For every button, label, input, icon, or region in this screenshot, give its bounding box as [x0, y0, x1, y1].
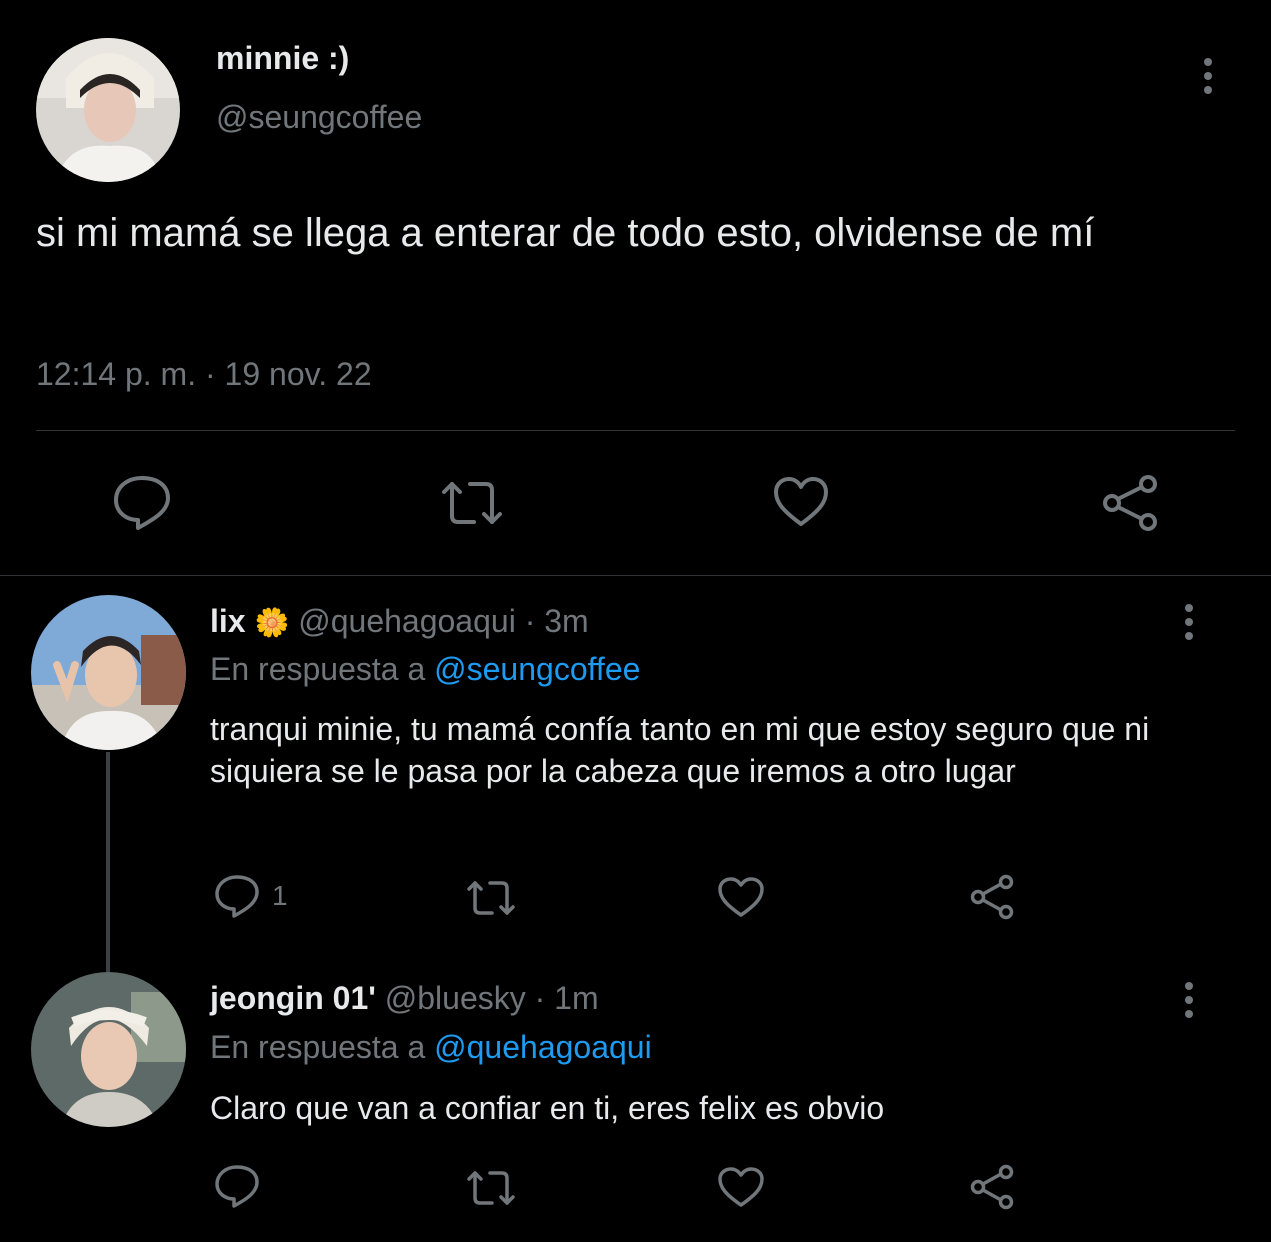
- reply-2-header: jeongin 01' @bluesky · 1m: [210, 980, 599, 1017]
- reply-icon[interactable]: [112, 474, 172, 530]
- reply-1-header: lix 🌼 @quehagoaqui · 3m: [210, 603, 589, 640]
- profile-photo: [31, 595, 186, 750]
- reply-2-reply-icon[interactable]: [214, 1164, 260, 1208]
- reply-2-more-icon[interactable]: [1174, 982, 1204, 1018]
- reply-2-like-icon[interactable]: [717, 1166, 765, 1208]
- reply-1-reply-count: 1: [272, 880, 288, 911]
- retweet-icon[interactable]: [440, 478, 504, 528]
- main-tweet-text: si mi mamá se llega a enterar de todo es…: [36, 211, 1095, 255]
- reply-1-handle[interactable]: @quehagoaqui: [298, 603, 516, 639]
- main-tweet-avatar[interactable]: [36, 38, 180, 182]
- reply-2-text: Claro que van a confiar en ti, eres feli…: [210, 1090, 885, 1126]
- main-tweet-more-icon[interactable]: [1193, 58, 1223, 94]
- reply-2-handle[interactable]: @bluesky: [385, 980, 526, 1016]
- reply-1-replying-to: En respuesta a @seungcoffee: [210, 651, 640, 688]
- daisy-emoji-icon: 🌼: [254, 607, 290, 638]
- profile-photo: [31, 972, 186, 1127]
- reply-1-reply-prefix: En respuesta a: [210, 651, 426, 687]
- reply-2-reply-prefix: En respuesta a: [210, 1029, 426, 1065]
- main-tweet-divider: [36, 430, 1235, 431]
- reply-1-more-icon[interactable]: [1174, 604, 1204, 640]
- reply-2-reply-to-link[interactable]: @quehagoaqui: [434, 1029, 652, 1065]
- reply-1-reply-icon[interactable]: [214, 874, 260, 918]
- reply-1-avatar[interactable]: [31, 595, 186, 750]
- reply-1-share-icon[interactable]: [968, 874, 1016, 920]
- section-divider: [0, 575, 1271, 576]
- reply-2-display-name[interactable]: jeongin 01': [210, 980, 376, 1016]
- reply-1-time: · 3m: [524, 603, 589, 639]
- reply-1-display-name[interactable]: lix: [210, 603, 246, 639]
- reply-2-time: · 1m: [534, 980, 599, 1016]
- reply-1-text: tranqui minie, tu mamá confía tanto en m…: [210, 711, 1150, 789]
- reply-2-replying-to: En respuesta a @quehagoaqui: [210, 1029, 652, 1066]
- reply-1-retweet-icon[interactable]: [466, 878, 516, 918]
- main-tweet-handle[interactable]: @seungcoffee: [216, 99, 422, 136]
- main-tweet-display-name[interactable]: minnie :): [216, 40, 349, 77]
- reply-2-avatar[interactable]: [31, 972, 186, 1127]
- reply-1-like-icon[interactable]: [717, 876, 765, 918]
- thread-connector-line: [106, 752, 110, 972]
- reply-2-retweet-icon[interactable]: [466, 1168, 516, 1208]
- main-tweet-timestamp: 12:14 p. m. · 19 nov. 22: [36, 356, 372, 392]
- like-icon[interactable]: [772, 476, 830, 528]
- reply-1-reply-to-link[interactable]: @seungcoffee: [434, 651, 640, 687]
- share-icon[interactable]: [1100, 474, 1160, 532]
- reply-2-share-icon[interactable]: [968, 1164, 1016, 1210]
- profile-photo: [36, 38, 180, 182]
